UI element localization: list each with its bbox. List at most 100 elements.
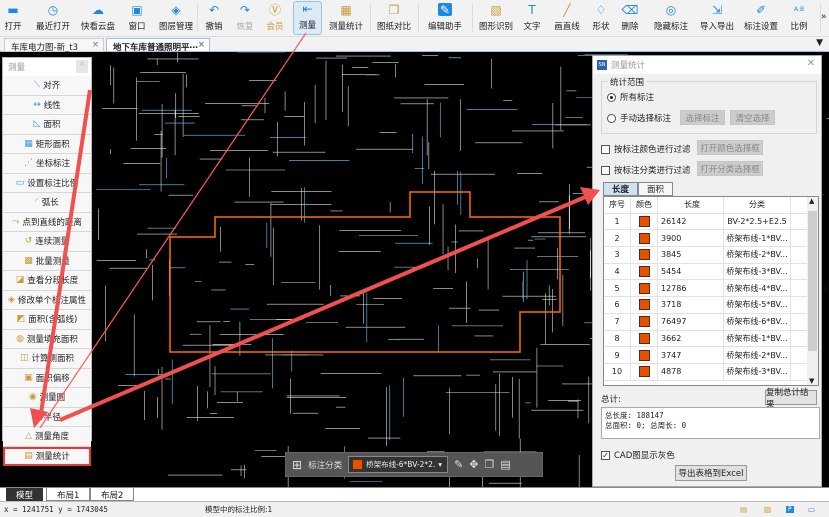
measure-item-label: 测量圆 — [39, 393, 66, 404]
table-row[interactable]: 4 5454 桥架布线-3*BV... — [604, 263, 818, 281]
measure-item[interactable]: ▦ 矩形面积 — [3, 134, 91, 154]
filter-category-checkbox[interactable] — [601, 165, 610, 175]
measure-item[interactable]: △ 测量角度 — [3, 427, 91, 447]
gray-display[interactable]: ✓ CAD图显示灰色 — [601, 449, 675, 461]
table-row[interactable]: 9 3747 桥架布线-2*BV... — [604, 347, 818, 364]
measure-item[interactable]: ◪ 查看分段长度 — [3, 271, 91, 291]
open-color-button[interactable]: 打开颜色选择框 — [697, 140, 763, 155]
filter-color-checkbox[interactable] — [601, 144, 610, 154]
paste-icon[interactable]: ▤ — [500, 458, 510, 471]
filter-color[interactable]: 按标注颜色进行过滤 — [601, 143, 691, 155]
clear-selection-button[interactable]: 清空选择 — [730, 110, 775, 125]
measure-item[interactable]: ◜ 弧长 — [3, 193, 91, 213]
measure-item[interactable]: ◺ 面积 — [3, 115, 91, 135]
toolbar-line-button[interactable]: ╱ 画直线 — [550, 1, 584, 35]
measure-item[interactable]: ◉ 测量圆 — [3, 388, 91, 408]
measure-item-label: 计算侧面积 — [31, 354, 75, 365]
measure-item[interactable]: ◔ 半径 — [3, 407, 91, 427]
tab-area[interactable]: 面积 — [638, 182, 673, 196]
toolbar-shapes-button[interactable]: ♢ 形状 — [587, 1, 615, 35]
measure-item[interactable]: ▤ 测量统计 — [3, 446, 91, 466]
measure-item[interactable]: ◍ 测量填充面积 — [3, 329, 91, 349]
table-row[interactable]: 2 3900 桥架布线-1*BV... — [604, 230, 818, 248]
toolbar-undo-button[interactable]: ↶ 撤销 — [202, 1, 226, 35]
table-scrollbar[interactable]: ▲ ▼ — [807, 197, 818, 385]
table-row[interactable]: 7 76497 桥架布线-6*BV... — [604, 313, 818, 331]
table-row[interactable]: 6 3718 桥架布线-5*BV... — [604, 297, 818, 314]
toolbar-text-button[interactable]: T 文字 — [518, 1, 546, 35]
open-category-button[interactable]: 打开分类选择框 — [697, 161, 763, 176]
toolbar-layers-button[interactable]: ◈ 图层管理 — [156, 1, 196, 35]
toolbar-edit-assistant-button[interactable]: ✎ 编辑助手 — [422, 1, 468, 35]
measure-item[interactable]: ◫ 计算侧面积 — [3, 349, 91, 369]
measure-item[interactable]: ⟍ 对齐 — [3, 76, 91, 96]
toolbar-redo-button[interactable]: ↷ 恢复 — [233, 1, 257, 35]
category-select[interactable]: 桥架布线-6*BV-2*2. ▾ — [348, 456, 449, 473]
move-icon[interactable]: ✥ — [469, 458, 478, 471]
more-icon[interactable]: » — [821, 12, 827, 22]
tab-lighting-plan[interactable]: 地下车库普通照明平⋯ × — [106, 38, 210, 53]
tab-car-power[interactable]: 车库电力图-新_t3 × — [4, 38, 104, 53]
window-icon[interactable]: ▭ — [808, 505, 815, 514]
toolbar-clock-button[interactable]: ◷ 最近打开 — [32, 1, 74, 35]
toolbar-cloud-button[interactable]: ☁ 快看云盘 — [76, 1, 120, 35]
tab-layout1[interactable]: 布局1 — [46, 488, 91, 501]
scroll-down-icon[interactable]: ▼ — [809, 377, 814, 385]
col-length: 长度 — [658, 197, 724, 213]
measure-item[interactable]: ⤳ 点到直线的距离 — [3, 212, 91, 232]
toolbar-ruler-button[interactable]: ⇤ 测量 — [293, 1, 322, 35]
filter-category[interactable]: 按标注分类进行过滤 — [601, 164, 691, 176]
table-row[interactable]: 5 12786 桥架布线-4*BV... — [604, 280, 818, 298]
edit-icon[interactable]: ✎ — [454, 458, 463, 471]
export-excel-button[interactable]: 导出表格到Excel — [675, 465, 747, 481]
radio-manual[interactable]: 手动选择标注 — [607, 112, 671, 124]
toolbar-annotation-settings-button[interactable]: ✐ 标注设置 — [741, 1, 781, 35]
grid-icon[interactable]: ⊞ — [292, 458, 302, 472]
close-icon[interactable]: ✕ — [807, 58, 815, 69]
coordinates: x = 1241751 y = 1743045 — [4, 505, 108, 514]
gray-display-checkbox[interactable]: ✓ — [601, 450, 610, 460]
measure-item[interactable]: ▣ 面积偏移 — [3, 368, 91, 388]
toolbar-window-button[interactable]: ▣ 窗口 — [124, 1, 150, 35]
table-row[interactable]: 10 4878 桥架布线-3*BV... — [604, 363, 818, 381]
measure-item[interactable]: ↔ 线性 — [3, 95, 91, 115]
measure-item[interactable]: ◈ 修改单个标注属性 — [3, 290, 91, 310]
tab-layout2[interactable]: 布局2 — [90, 488, 135, 501]
toolbar-import-export-button[interactable]: ⇲ 导入导出 — [697, 1, 737, 35]
close-icon[interactable]: × — [76, 60, 88, 73]
status-icon-2[interactable]: ▨ — [764, 505, 771, 514]
radio-all-button[interactable] — [607, 92, 616, 102]
select-annotation-button[interactable]: 选择标注 — [680, 110, 725, 125]
toolbar-measure-stats-button[interactable]: ▦ 测量统计 — [327, 1, 365, 35]
scroll-up-icon[interactable]: ▲ — [809, 197, 814, 205]
radio-all[interactable]: 所有标注 — [607, 91, 654, 103]
toolbar-label: 编辑助手 — [427, 22, 462, 32]
copy-total-button[interactable]: 复制总计结果 — [765, 388, 817, 410]
measure-item[interactable]: ▭ 设置标注比例 — [3, 173, 91, 193]
table-row[interactable]: 1 26142 BV-2*2.5+E2.5 — [604, 213, 818, 231]
scroll-thumb[interactable] — [808, 211, 817, 351]
table-row[interactable]: 3 3845 桥架布线-2*BV... — [604, 247, 818, 264]
toolbar-vip-button[interactable]: Ⓥ 会员 — [262, 1, 288, 35]
close-icon[interactable]: × — [92, 40, 99, 50]
toolbar-folder-button[interactable]: ▬ 打开 — [2, 1, 24, 35]
radio-manual-button[interactable] — [607, 113, 616, 123]
measure-item[interactable]: ↺ 连续测量 — [3, 232, 91, 252]
tab-model[interactable]: 模型 — [6, 488, 44, 501]
copy-icon[interactable]: ❐ — [485, 458, 495, 471]
measure-item[interactable]: ▩ 批量测量 — [3, 251, 91, 271]
measure-item[interactable]: ◩ 面积(含弧线) — [3, 310, 91, 330]
toolbar-eye-hide-button[interactable]: ◎ 隐藏标注 — [650, 1, 692, 35]
measure-item[interactable]: ⋰ 坐标标注 — [3, 154, 91, 174]
toolbar-eraser-button[interactable]: ⌫ 删除 — [617, 1, 643, 35]
toolbar-compare-button[interactable]: ❐ 图纸对比 — [374, 1, 414, 35]
toolbar-shape-recognize-button[interactable]: ▧ 图形识别 — [477, 1, 515, 35]
tab-length[interactable]: 长度 — [603, 182, 638, 196]
pdf-icon[interactable]: P — [786, 506, 794, 513]
table-row[interactable]: 8 3662 桥架布线-1*BV... — [604, 330, 818, 348]
status-icon-1[interactable]: ▤ — [740, 505, 747, 514]
toolbar-scale-button[interactable]: A:B 比例 — [786, 1, 812, 35]
dropdown-icon[interactable]: ▼ — [816, 38, 823, 48]
measured-polyline[interactable] — [169, 191, 561, 353]
close-icon[interactable]: × — [198, 40, 205, 50]
